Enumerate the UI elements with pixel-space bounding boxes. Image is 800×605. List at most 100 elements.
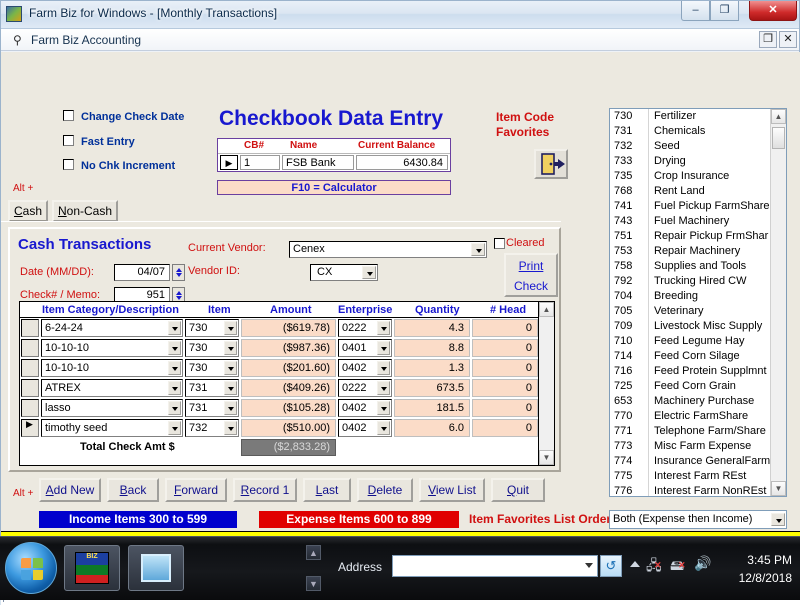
tab-non-cash[interactable]: Non-Cash [52, 200, 118, 222]
taskbar-item-farm-biz[interactable]: BIZ [64, 545, 120, 591]
scroll-up-icon[interactable]: ▲ [771, 109, 786, 124]
cell-amount[interactable]: ($510.00) [241, 419, 336, 437]
nav-button-delete[interactable]: Delete [357, 478, 413, 502]
chevron-down-icon[interactable] [377, 361, 390, 375]
scroll-down-icon[interactable]: ▼ [306, 576, 321, 591]
cell-enterprise[interactable]: 0401 [338, 339, 392, 357]
cell-amount[interactable]: ($105.28) [241, 399, 336, 417]
address-input[interactable] [392, 555, 598, 577]
clock-time[interactable]: 3:45 PM [722, 553, 792, 567]
table-row[interactable]: timothy seed732($510.00)04026.00 [20, 418, 554, 438]
favorites-list-item[interactable]: 753Repair Machinery [610, 244, 770, 259]
windows-start-icon[interactable] [5, 542, 57, 594]
table-row[interactable]: ATREX731($409.26)0222673.50 [20, 378, 554, 398]
scroll-down-icon[interactable]: ▼ [539, 450, 554, 465]
cell-item[interactable]: 730 [185, 359, 239, 377]
chevron-down-icon[interactable] [377, 401, 390, 415]
checkbox-box[interactable] [63, 135, 74, 146]
favorites-list-item[interactable]: 774Insurance GeneralFarm [610, 454, 770, 469]
mdi-close-button[interactable]: ✕ [779, 31, 797, 48]
favorites-list-item[interactable]: 709Livestock Misc Supply [610, 319, 770, 334]
cell-quantity[interactable]: 673.5 [394, 379, 470, 397]
tab-cash[interactable]: Cash [8, 200, 48, 222]
chevron-up-icon[interactable] [630, 561, 640, 567]
cell-description[interactable]: ATREX [41, 379, 183, 397]
favorites-list-item[interactable]: 770Electric FarmShare [610, 409, 770, 424]
favorites-list-item[interactable]: 710Feed Legume Hay [610, 334, 770, 349]
favorites-list-item[interactable]: 758Supplies and Tools [610, 259, 770, 274]
chevron-down-icon[interactable] [168, 381, 181, 395]
date-stepper[interactable] [172, 264, 185, 281]
close-button[interactable]: ✕ [749, 1, 797, 21]
checkbox-box[interactable] [63, 110, 74, 121]
nav-button-view-list[interactable]: View List [419, 478, 485, 502]
cell-head[interactable]: 0 [472, 419, 538, 437]
checkbox-fast-entry[interactable]: Fast Entry [63, 135, 135, 148]
mdi-restore-button[interactable]: ❐ [759, 31, 777, 48]
row-selector-icon[interactable] [21, 419, 39, 437]
favorites-list-item[interactable]: 792Trucking Hired CW [610, 274, 770, 289]
chevron-down-icon[interactable] [168, 321, 181, 335]
scroll-up-icon[interactable]: ▲ [306, 545, 321, 560]
chevron-down-icon[interactable] [224, 421, 237, 435]
chevron-down-icon[interactable] [224, 361, 237, 375]
item-code-favorites-list[interactable]: 730Fertilizer731Chemicals732Seed733Dryin… [609, 108, 787, 497]
checkbook-number-field[interactable]: 1 [240, 155, 280, 170]
chevron-down-icon[interactable] [377, 341, 390, 355]
cell-amount[interactable]: ($409.26) [241, 379, 336, 397]
favorites-list-item[interactable]: 735Crop Insurance [610, 169, 770, 184]
cell-head[interactable]: 0 [472, 379, 538, 397]
favorites-list-item[interactable]: 741Fuel Pickup FarmShare [610, 199, 770, 214]
favorites-order-combo[interactable]: Both (Expense then Income) [609, 510, 787, 529]
cell-item[interactable]: 730 [185, 319, 239, 337]
cell-item[interactable]: 730 [185, 339, 239, 357]
cell-quantity[interactable]: 181.5 [394, 399, 470, 417]
row-selector[interactable] [21, 339, 39, 357]
network-disconnected-icon[interactable] [646, 555, 666, 575]
favorites-list-item[interactable]: 730Fertilizer [610, 109, 770, 124]
chevron-down-icon[interactable] [168, 421, 181, 435]
favorites-list-item[interactable]: 731Chemicals [610, 124, 770, 139]
maximize-button[interactable]: ❐ [710, 1, 739, 21]
cell-enterprise[interactable]: 0402 [338, 359, 392, 377]
chevron-down-icon[interactable] [168, 361, 181, 375]
cell-quantity[interactable]: 4.3 [394, 319, 470, 337]
chevron-down-icon[interactable] [585, 563, 593, 568]
favorites-list-item[interactable]: 704Breeding [610, 289, 770, 304]
checkbook-row[interactable]: ▶ 1 FSB Bank 6430.84 [218, 154, 450, 171]
refresh-icon[interactable]: ↺ [600, 555, 622, 577]
table-row[interactable]: 10-10-10730($987.36)04018.80 [20, 338, 554, 358]
taskbar-item-image-viewer[interactable] [128, 545, 184, 591]
checkbook-name-field[interactable]: FSB Bank [282, 155, 354, 170]
vendor-id-combo[interactable]: CX [310, 264, 378, 281]
cell-quantity[interactable]: 1.3 [394, 359, 470, 377]
favorites-list-item[interactable]: 714Feed Corn Silage [610, 349, 770, 364]
favorites-list-item[interactable]: 775Interest Farm REst [610, 469, 770, 484]
checkbook-balance-field[interactable]: 6430.84 [356, 155, 448, 170]
cell-amount[interactable]: ($201.60) [241, 359, 336, 377]
nav-button-forward[interactable]: Forward [165, 478, 227, 502]
chevron-down-icon[interactable] [224, 341, 237, 355]
favorites-list-item[interactable]: 776Interest Farm NonREst [610, 484, 770, 497]
chevron-down-icon[interactable] [224, 381, 237, 395]
cell-amount[interactable]: ($619.78) [241, 319, 336, 337]
favorites-list-item[interactable]: 716Feed Protein Supplmnt [610, 364, 770, 379]
chevron-down-icon[interactable] [471, 243, 485, 256]
cell-item[interactable]: 731 [185, 379, 239, 397]
favorites-list-item[interactable]: 725Feed Corn Grain [610, 379, 770, 394]
cell-description[interactable]: lasso [41, 399, 183, 417]
taskbar-scrollbar[interactable]: ▲ ▼ [306, 545, 322, 591]
chevron-down-icon[interactable] [377, 321, 390, 335]
chevron-down-icon[interactable] [168, 401, 181, 415]
cell-head[interactable]: 0 [472, 319, 538, 337]
chevron-down-icon[interactable] [771, 513, 785, 526]
cell-quantity[interactable]: 8.8 [394, 339, 470, 357]
favorites-scrollbar[interactable]: ▲ ▼ [770, 109, 786, 496]
nav-button-add-new[interactable]: Add New [39, 478, 101, 502]
favorites-list-item[interactable]: 732Seed [610, 139, 770, 154]
chevron-down-icon[interactable] [224, 321, 237, 335]
cleared-checkbox[interactable] [494, 238, 505, 249]
display-icon[interactable] [670, 555, 690, 575]
scrollbar-thumb[interactable] [772, 127, 785, 149]
cell-description[interactable]: timothy seed [41, 419, 183, 437]
